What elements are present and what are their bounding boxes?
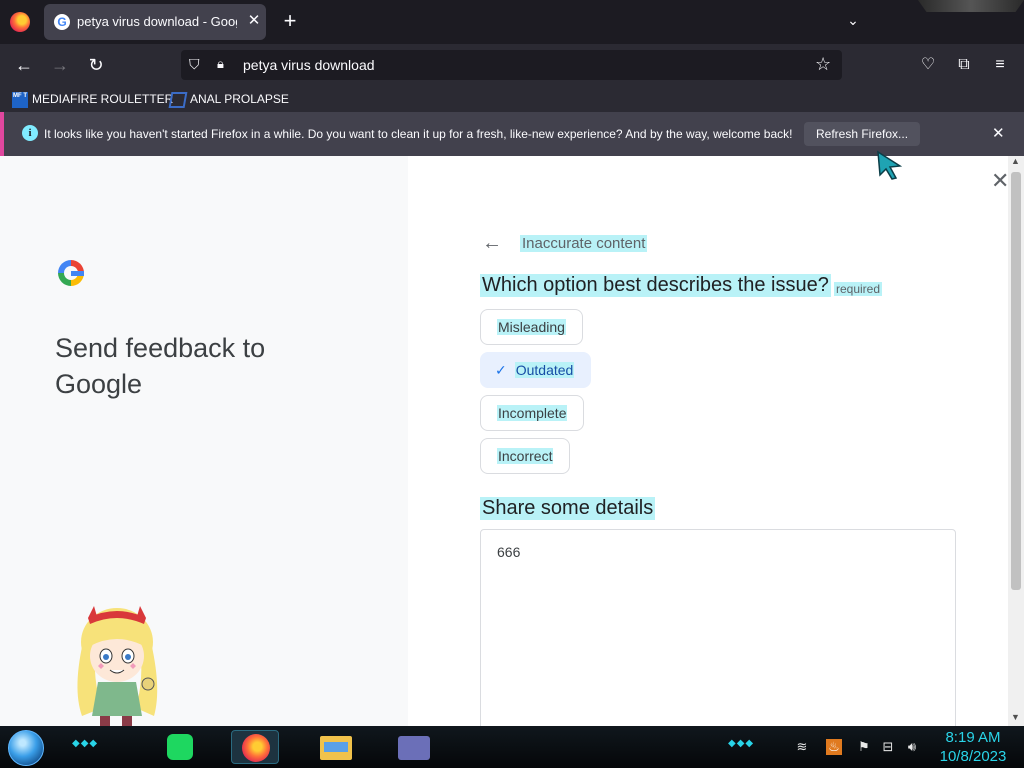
system-clock[interactable]: 8:19 AM 10/8/2023 xyxy=(928,728,1018,766)
issue-question: Which option best describes the issue? xyxy=(480,274,831,297)
refresh-firefox-button[interactable]: Refresh Firefox... xyxy=(804,122,921,146)
back-arrow-icon[interactable]: ← xyxy=(482,232,502,255)
firefox-logo-icon[interactable] xyxy=(10,12,30,32)
option-label: Outdated xyxy=(514,362,575,378)
theme-decoration xyxy=(918,0,1024,12)
extensions-puzzle-icon[interactable]: ⧉ xyxy=(953,54,975,76)
reload-icon[interactable]: ↻ xyxy=(84,53,108,77)
feedback-sidebar: Send feedback to Google xyxy=(0,156,408,726)
bookmarks-toolbar: MF T MEDIAFIRE ROULETTER ANAL PROLAPSE xyxy=(0,86,1024,112)
close-feedback-icon[interactable]: ✕ xyxy=(991,168,1009,194)
share-details-label: Share some details xyxy=(480,497,656,520)
theme-glow-decoration: ◆◆◆ xyxy=(72,738,99,749)
back-arrow-icon[interactable]: ← xyxy=(12,53,36,77)
url-text[interactable]: petya virus download xyxy=(243,57,375,73)
bookmark-label: ANAL PROLAPSE xyxy=(190,92,289,106)
option-label: Misleading xyxy=(497,319,566,335)
required-label: required xyxy=(834,282,883,296)
google-favicon-icon: G xyxy=(54,14,70,30)
google-logo-icon xyxy=(58,260,84,286)
clock-time: 8:19 AM xyxy=(945,729,1001,746)
scroll-down-arrow-icon[interactable]: ▼ xyxy=(1011,712,1020,722)
bookmark-favicon-icon xyxy=(168,91,188,108)
bookmark-item-2[interactable]: ANAL PROLAPSE xyxy=(168,90,289,108)
notification-message: It looks like you haven't started Firefo… xyxy=(44,127,793,141)
new-tab-button[interactable]: + xyxy=(278,10,302,34)
taskbar-app-window[interactable] xyxy=(390,730,438,764)
app-window-icon xyxy=(398,736,430,760)
lock-icon[interactable]: 🔒︎ xyxy=(217,56,231,72)
mouse-cursor-icon xyxy=(877,150,902,180)
feedback-category-title: Inaccurate content xyxy=(520,235,648,252)
tab-title: petya virus download - Google xyxy=(77,14,237,29)
java-update-icon[interactable]: ♨ xyxy=(826,739,842,755)
option-outdated[interactable]: ✓ Outdated xyxy=(480,352,592,388)
refresh-firefox-notification: i It looks like you haven't started Fire… xyxy=(0,112,1024,156)
network-icon[interactable]: ⊟ xyxy=(880,739,896,755)
tracking-protection-shield-icon[interactable]: ⛉ xyxy=(189,56,205,74)
mediafire-favicon-icon: MF T xyxy=(12,91,28,108)
bookmark-mediafire-roulette[interactable]: MF T MEDIAFIRE ROULETTER xyxy=(12,90,173,108)
option-incomplete[interactable]: Incomplete xyxy=(480,395,585,431)
show-hidden-icons-icon[interactable]: ≋ xyxy=(794,739,810,755)
tab-close-icon[interactable]: ✕ xyxy=(245,12,263,30)
taskbar-app-firefox[interactable] xyxy=(231,730,279,764)
navigation-toolbar: ← → ↻ ⛉ 🔒︎ petya virus download ☆ ♡ ⧉ ≡ xyxy=(0,44,1024,86)
folder-icon xyxy=(320,736,352,760)
firefox-icon xyxy=(242,734,270,762)
option-incorrect[interactable]: Incorrect xyxy=(480,438,571,474)
forward-arrow-icon[interactable]: → xyxy=(48,53,72,77)
theme-glow-decoration: ◆◆◆ xyxy=(728,738,755,749)
list-all-tabs-chevron-icon[interactable]: ⌄ xyxy=(843,12,863,32)
url-bar[interactable]: ⛉ 🔒︎ petya virus download ☆ xyxy=(181,50,842,80)
tab-google-search[interactable]: G petya virus download - Google ✕ xyxy=(44,4,266,40)
option-label: Incorrect xyxy=(497,448,554,464)
notification-close-icon[interactable]: ✕ xyxy=(992,124,1005,142)
start-orb-button[interactable] xyxy=(8,730,44,766)
info-icon: i xyxy=(22,125,38,141)
bookmark-label: MEDIAFIRE ROULETTER xyxy=(32,92,174,106)
page-scrollbar[interactable]: ▲ ▼ xyxy=(1008,156,1024,726)
scrollbar-thumb[interactable] xyxy=(1011,172,1021,590)
feedback-dialog: Send feedback to Google ✕ ← Inaccurate c… xyxy=(0,156,1024,726)
star-butterfly-mascot-image xyxy=(77,606,158,726)
taskbar-app-spotify[interactable] xyxy=(155,730,203,764)
bookmark-star-icon[interactable]: ☆ xyxy=(815,54,831,75)
taskbar-app-file-explorer[interactable] xyxy=(312,730,360,764)
scroll-up-arrow-icon[interactable]: ▲ xyxy=(1011,156,1020,166)
clock-date: 10/8/2023 xyxy=(939,748,1007,765)
action-center-flag-icon[interactable]: ⚑ xyxy=(856,739,872,755)
option-label: Incomplete xyxy=(497,405,568,421)
spotify-icon xyxy=(167,734,193,760)
hamburger-menu-icon[interactable]: ≡ xyxy=(989,54,1011,76)
details-textarea[interactable] xyxy=(480,529,956,726)
pocket-icon[interactable]: ♡ xyxy=(917,54,939,76)
feedback-heading: Send feedback to Google xyxy=(55,333,266,399)
option-misleading[interactable]: Misleading xyxy=(480,309,583,345)
checkmark-icon: ✓ xyxy=(495,362,507,378)
windows-taskbar: ◆◆◆ ◆◆◆ ≋ ♨ ⚑ ⊟ 🔊︎ 8:19 AM 10/8/2023 xyxy=(0,726,1024,768)
tab-strip: G petya virus download - Google ✕ + ⌄ xyxy=(0,0,1024,44)
volume-icon[interactable]: 🔊︎ xyxy=(904,739,920,755)
